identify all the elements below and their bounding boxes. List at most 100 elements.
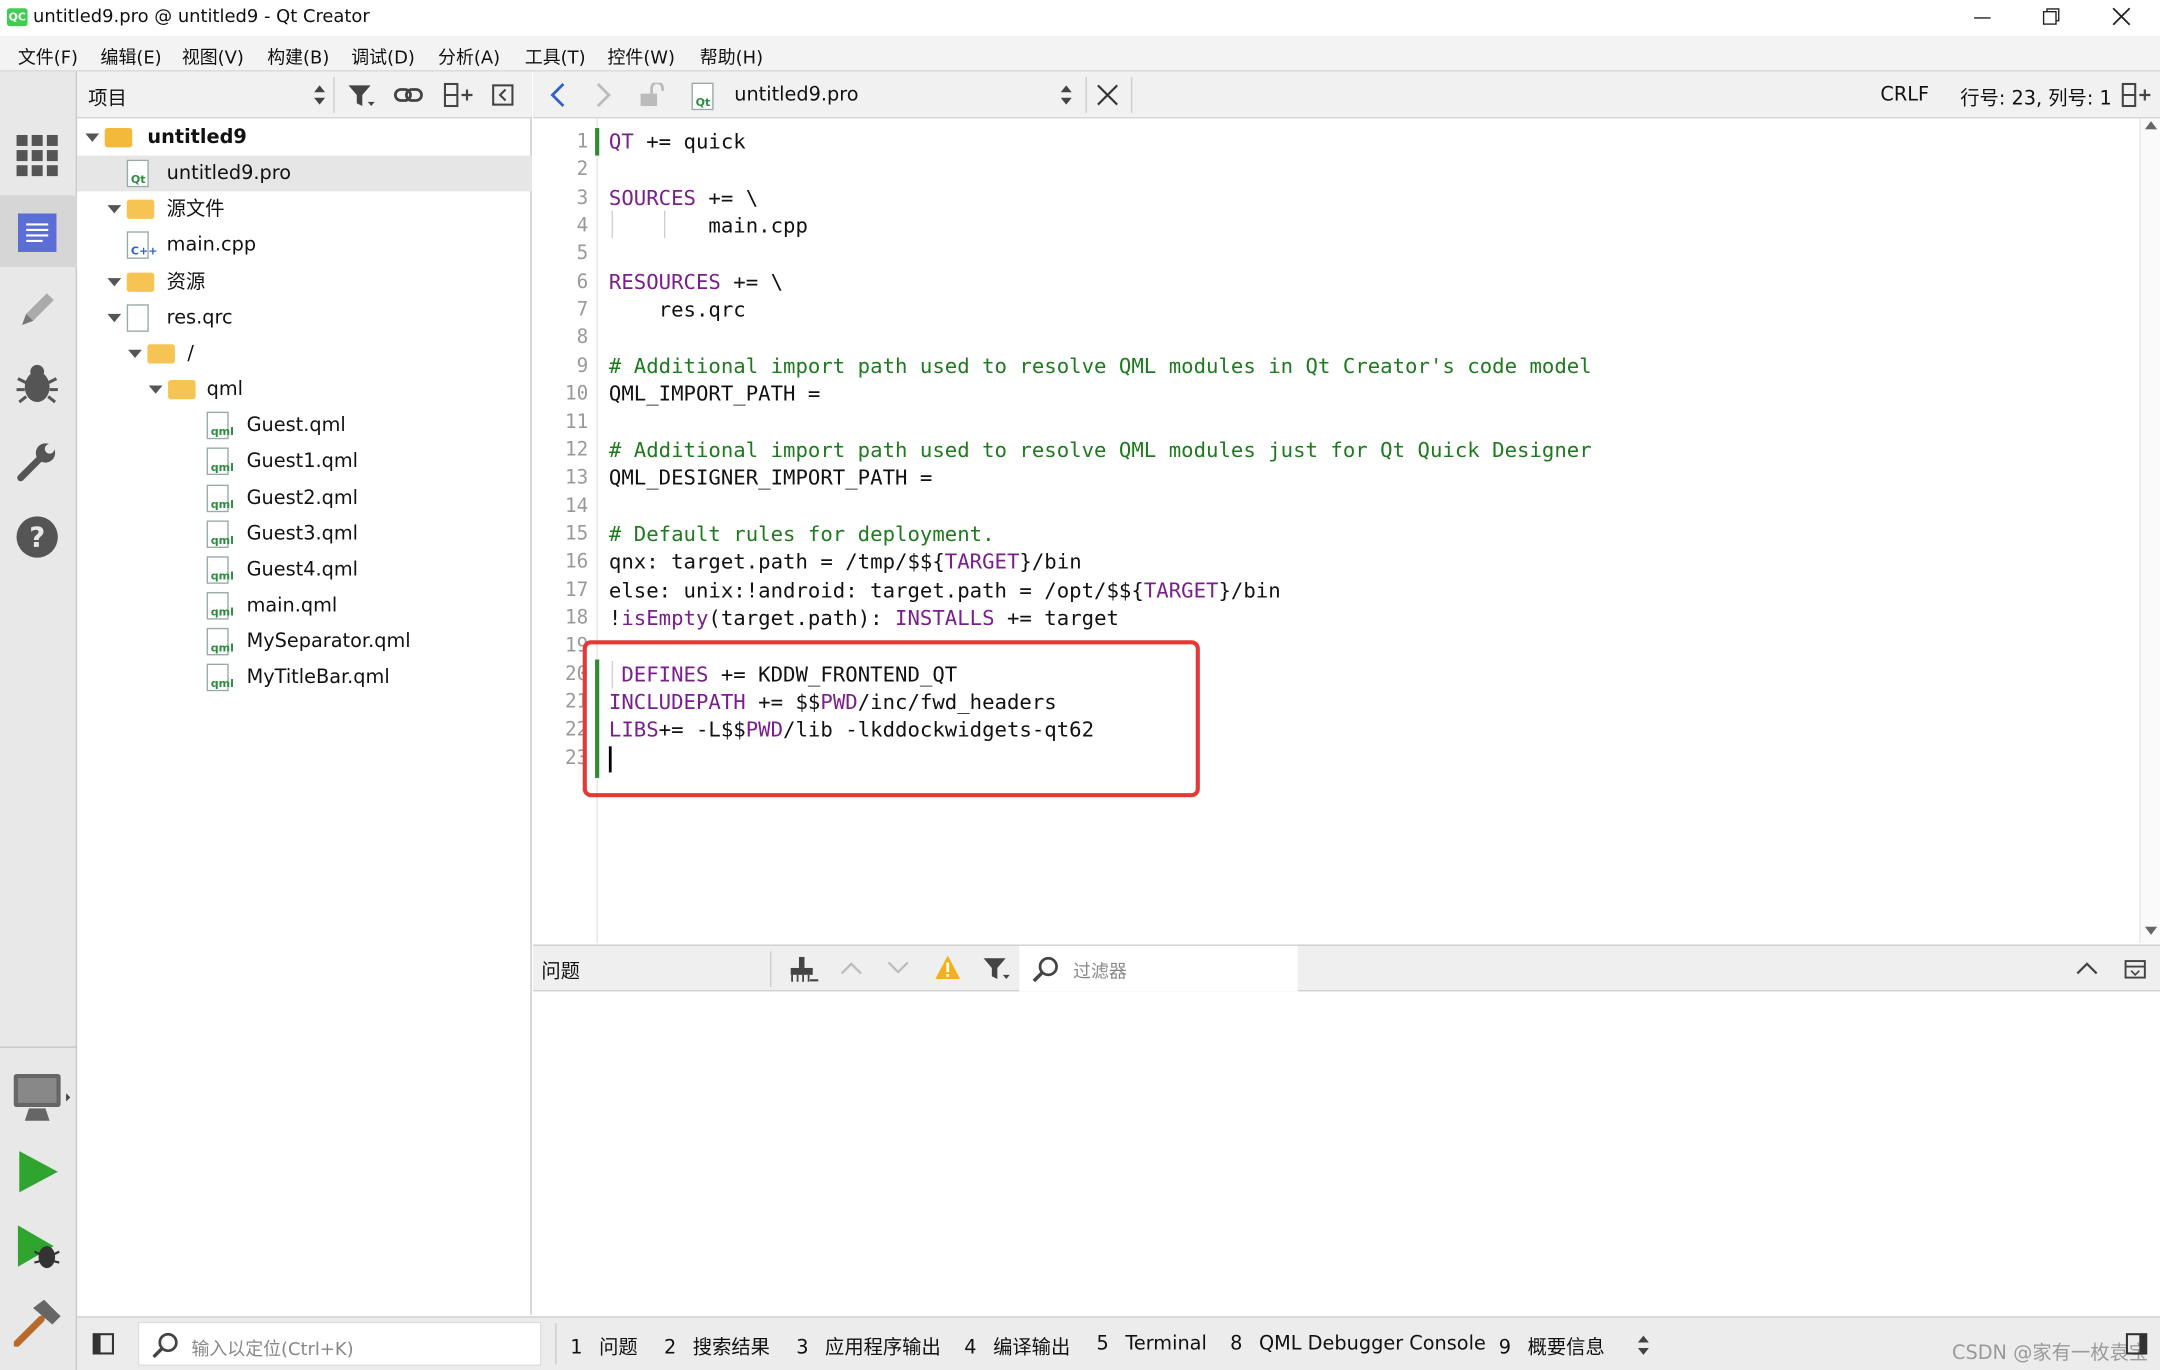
tree-item[interactable]: qml — [77, 372, 532, 408]
hide-panel-icon[interactable] — [2124, 958, 2146, 980]
updown-icon[interactable] — [313, 84, 327, 106]
tree-item[interactable]: qml Guest1.qml — [77, 444, 532, 480]
edit-icon[interactable] — [17, 213, 57, 252]
tab-label: QML Debugger Console — [1258, 1332, 1486, 1355]
filter-icon[interactable] — [982, 957, 1012, 982]
welcome-icon[interactable] — [16, 134, 58, 177]
expand-arrow-icon[interactable] — [107, 313, 122, 322]
code-line: else: unix:!android: target.path = /opt/… — [609, 576, 1281, 604]
debug-icon[interactable] — [15, 362, 59, 406]
build-icon[interactable] — [13, 1299, 64, 1347]
close-icon[interactable] — [2112, 7, 2131, 26]
restore-icon[interactable] — [2042, 7, 2061, 26]
project-view-selector[interactable]: 项目 — [88, 84, 127, 112]
window-title: untitled9.pro @ untitled9 - Qt Creator — [33, 6, 370, 28]
output-pane-tab[interactable]: 4 编译输出 — [964, 1333, 1070, 1361]
tree-item-label: Guest2.qml — [246, 486, 359, 509]
tree-item[interactable]: 资源 — [77, 264, 532, 300]
output-pane-tab[interactable]: 5 Terminal — [1097, 1333, 1207, 1355]
tree-item-label: Guest1.qml — [246, 450, 359, 473]
next-item-icon[interactable] — [887, 961, 909, 975]
tree-item-label: Guest3.qml — [246, 522, 359, 545]
tree-item[interactable]: qml main.qml — [77, 588, 532, 624]
code-token: qnx: target.path = /tmp/$${ — [608, 549, 945, 575]
code-line: QT += quick — [609, 128, 746, 156]
toggle-left-sidebar-icon[interactable] — [92, 1333, 114, 1355]
tree-item-label: Guest4.qml — [246, 558, 359, 581]
tab-number: 3 — [796, 1336, 809, 1359]
locator-placeholder: 输入以定位(Ctrl+K) — [191, 1339, 354, 1361]
tree-item[interactable]: 源文件 — [77, 192, 532, 228]
tree-item[interactable]: / — [77, 336, 532, 372]
code-token: }/bin — [1218, 577, 1281, 603]
vertical-scrollbar[interactable] — [2139, 118, 2160, 944]
output-pane-tab[interactable]: 1 问题 — [570, 1333, 637, 1361]
menu-view[interactable]: 视图(V) — [182, 43, 244, 69]
tree-item[interactable]: res.qrc — [77, 300, 532, 336]
warning-icon[interactable] — [934, 954, 962, 980]
filter-icon[interactable] — [347, 84, 377, 109]
menu-help[interactable]: 帮助(H) — [700, 43, 763, 69]
output-pane-tab[interactable]: 2 搜索结果 — [664, 1333, 770, 1361]
output-pane-tab[interactable]: 8 QML Debugger Console — [1230, 1333, 1486, 1355]
tree-item[interactable]: qml MySeparator.qml — [77, 624, 532, 660]
link-icon[interactable] — [393, 84, 424, 106]
tab-label: 概要信息 — [1527, 1336, 1605, 1359]
tree-item[interactable]: qml MyTitleBar.qml — [77, 660, 532, 696]
toggle-right-sidebar-icon[interactable] — [2125, 1333, 2148, 1355]
code-token: # Additional import path used to resolve… — [608, 437, 1592, 463]
menu-tools[interactable]: 工具(T) — [525, 43, 586, 69]
code-text[interactable]: QT += quick SOURCES += \ main.cpp RESOURCE… — [533, 72, 2131, 944]
tree-item[interactable]: untitled9 — [77, 120, 532, 156]
tree-item[interactable]: qml Guest2.qml — [77, 480, 532, 516]
scroll-up-icon[interactable] — [2144, 121, 2158, 130]
filter-placeholder: 过滤器 — [1073, 962, 1127, 984]
menu-build[interactable]: 构建(B) — [267, 43, 329, 69]
previous-item-icon[interactable] — [840, 961, 862, 975]
debug-run-icon[interactable] — [17, 1224, 61, 1271]
code-token: RESOURCES — [608, 269, 721, 295]
expand-arrow-icon[interactable] — [85, 133, 100, 142]
updown-icon[interactable] — [1637, 1334, 1651, 1356]
design-icon[interactable] — [17, 289, 58, 330]
tree-item[interactable]: Qt untitled9.pro — [77, 156, 532, 192]
menu-file[interactable]: 文件(F) — [18, 43, 78, 69]
output-pane-tab[interactable]: 9 概要信息 — [1499, 1333, 1605, 1361]
expand-arrow-icon[interactable] — [128, 349, 142, 358]
tree-item-label: untitled9 — [147, 126, 247, 149]
expand-arrow-icon[interactable] — [107, 205, 122, 214]
qrc-file-icon — [126, 303, 149, 332]
menu-widgets[interactable]: 控件(W) — [607, 43, 674, 69]
tree-item[interactable]: qml Guest3.qml — [77, 516, 532, 552]
clean-icon[interactable] — [789, 956, 819, 984]
tree-item[interactable]: qml Guest4.qml — [77, 552, 532, 588]
highlight-box — [582, 640, 1200, 798]
tab-number: 8 — [1230, 1332, 1243, 1355]
expand-arrow-icon[interactable] — [107, 277, 122, 286]
editor-area: Qt untitled9.pro CRLF 行号: 23, 列号: 1 1234… — [533, 71, 2160, 944]
menu-debug[interactable]: 调试(D) — [351, 43, 415, 69]
output-pane-tab[interactable]: 3 应用程序输出 — [796, 1333, 941, 1361]
tree-item[interactable]: qml Guest.qml — [77, 408, 532, 444]
search-icon — [1032, 956, 1058, 983]
tab-number: 4 — [964, 1336, 977, 1359]
run-icon[interactable] — [18, 1150, 59, 1194]
tree-item[interactable]: C++ main.cpp — [77, 228, 532, 264]
menu-analyze[interactable]: 分析(A) — [438, 43, 500, 69]
help-icon[interactable]: ? — [15, 515, 59, 559]
target-selector-icon[interactable] — [11, 1071, 72, 1126]
issues-filter-input[interactable]: 过滤器 — [1019, 945, 1298, 992]
code-token: main.cpp — [608, 213, 808, 239]
expand-arrow-icon[interactable] — [148, 385, 163, 394]
header-separator — [770, 951, 772, 988]
projects-icon[interactable] — [17, 441, 58, 482]
menu-edit[interactable]: 编辑(E) — [101, 43, 162, 69]
minimize-icon[interactable] — [1973, 8, 1992, 27]
split-icon[interactable] — [443, 82, 474, 108]
locator-input[interactable]: 输入以定位(Ctrl+K) — [137, 1321, 542, 1366]
code-line: RESOURCES += \ — [609, 268, 783, 296]
scroll-down-icon[interactable] — [2144, 926, 2158, 935]
close-sidebar-icon[interactable] — [492, 84, 514, 106]
tab-label: 编译输出 — [993, 1336, 1071, 1359]
maximize-panel-icon[interactable] — [2076, 961, 2098, 975]
